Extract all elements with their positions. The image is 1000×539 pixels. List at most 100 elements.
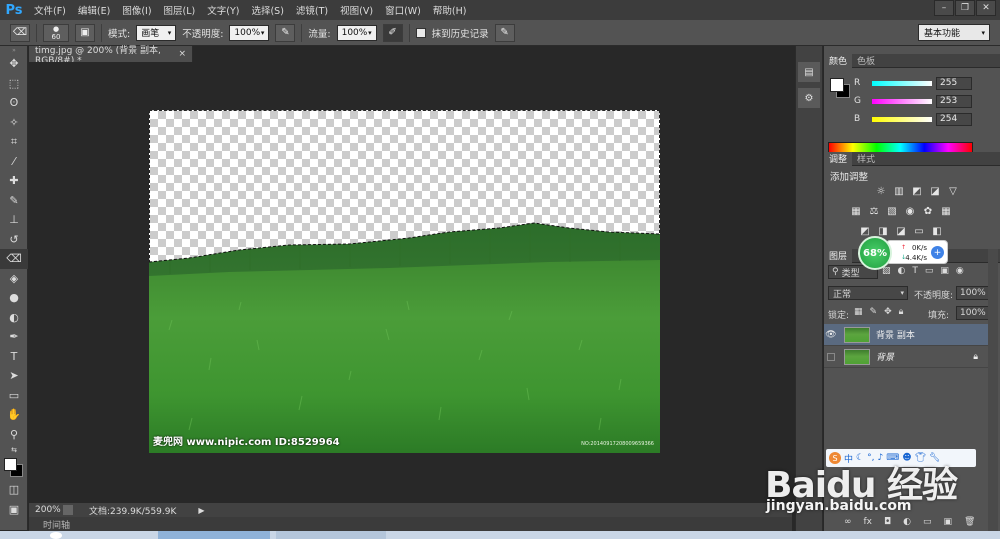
history-brush-tool-icon[interactable]: ↺	[0, 230, 28, 250]
exposure-icon[interactable]: ◪	[928, 185, 942, 197]
close-tab-icon[interactable]: ×	[178, 49, 186, 59]
path-selection-tool-icon[interactable]: ➤	[0, 366, 28, 386]
filter-adjust-icon[interactable]: ◐	[898, 266, 906, 276]
status-share-icon[interactable]	[63, 505, 73, 515]
levels-icon[interactable]: ▥	[892, 185, 906, 197]
menu-select[interactable]: 选择(S)	[245, 3, 289, 17]
close-icon[interactable]: ✕	[976, 0, 996, 16]
collapse-icon[interactable]: »	[0, 46, 28, 54]
blue-value[interactable]: 254	[936, 112, 972, 126]
lock-pixels-icon[interactable]: ✎	[870, 307, 878, 317]
filter-type-icon[interactable]: T	[912, 266, 918, 276]
network-speed-widget[interactable]: ↑ 0K/s ↓ 4.4K/s + 68%	[858, 236, 952, 270]
curves-icon[interactable]: ◩	[910, 185, 924, 197]
magic-wand-tool-icon[interactable]: ✧	[0, 113, 28, 133]
color-swatches[interactable]	[0, 456, 28, 480]
brush-tool-icon[interactable]: ✎	[0, 191, 28, 211]
tab-color[interactable]: 颜色	[824, 53, 853, 68]
eraser-tool-icon[interactable]: ⌫	[0, 249, 28, 269]
minimize-icon[interactable]: –	[934, 0, 954, 16]
blend-mode-select[interactable]: 正常 ▾	[828, 286, 908, 300]
layer-name[interactable]: 背景	[876, 350, 894, 363]
menu-window[interactable]: 窗口(W)	[379, 3, 427, 17]
layer-name[interactable]: 背景 副本	[876, 328, 915, 341]
brush-panel-icon[interactable]: ▣	[75, 23, 95, 42]
hue-saturation-icon[interactable]: ▦	[849, 205, 863, 217]
blur-tool-icon[interactable]: ●	[0, 288, 28, 308]
zoom-tool-icon[interactable]: ⚲	[0, 425, 28, 445]
brush-size-picker[interactable]: ● 60	[43, 23, 69, 42]
lock-transparent-icon[interactable]: ▦	[854, 307, 863, 317]
red-track[interactable]	[872, 80, 932, 86]
screen-mode-icon[interactable]: ▣	[0, 500, 28, 520]
green-slider[interactable]: G 253	[854, 94, 972, 108]
photo-filter-icon[interactable]: ◉	[903, 205, 917, 217]
green-value[interactable]: 253	[936, 94, 972, 108]
tab-adjustments[interactable]: 调整	[824, 151, 853, 166]
restore-icon[interactable]: ❐	[955, 0, 975, 16]
type-tool-icon[interactable]: T	[0, 347, 28, 367]
menu-filter[interactable]: 滤镜(T)	[290, 3, 334, 17]
blue-slider[interactable]: B 254	[854, 112, 972, 126]
paint-bucket-tool-icon[interactable]: ◈	[0, 269, 28, 289]
clone-stamp-tool-icon[interactable]: ⊥	[0, 210, 28, 230]
black-white-icon[interactable]: ▧	[885, 205, 899, 217]
eyedropper-tool-icon[interactable]: ⁄	[0, 152, 28, 172]
eraser-tool-preset-icon[interactable]: ⌫	[10, 23, 30, 42]
menu-layer[interactable]: 图层(L)	[158, 3, 202, 17]
tab-styles[interactable]: 样式	[852, 152, 880, 166]
airbrush-icon[interactable]: ✐	[382, 23, 403, 42]
eye-icon[interactable]: 👁︎	[824, 330, 838, 340]
menu-type[interactable]: 文字(Y)	[201, 3, 245, 17]
red-slider[interactable]: R 255	[854, 76, 972, 90]
pressure-opacity-icon[interactable]: ✎	[275, 23, 296, 42]
menu-view[interactable]: 视图(V)	[334, 3, 379, 17]
filter-smart-icon[interactable]: ▣	[940, 266, 949, 276]
erase-to-history-checkbox[interactable]	[415, 27, 426, 38]
lock-all-icon[interactable]: 🔒︎	[899, 307, 904, 317]
flow-select[interactable]: 100% ▾	[336, 24, 377, 41]
move-tool-icon[interactable]: ✥	[0, 54, 28, 74]
taskbar-app-folder[interactable]	[276, 531, 386, 539]
document-tab[interactable]: timg.jpg @ 200% (背景 副本, RGB/8#) * ×	[29, 46, 193, 66]
lock-position-icon[interactable]: ✥	[884, 307, 892, 317]
layer-row[interactable]: 背景 🔒︎	[824, 346, 988, 368]
menu-image[interactable]: 图像(I)	[116, 3, 157, 17]
mode-select[interactable]: 画笔 ▾	[136, 24, 177, 41]
filter-shape-icon[interactable]: ▭	[925, 266, 934, 276]
layer-row[interactable]: 👁︎ 背景 副本	[824, 324, 988, 346]
healing-brush-tool-icon[interactable]: ✚	[0, 171, 28, 191]
zoom-level[interactable]: 200%	[29, 505, 63, 515]
opacity-select[interactable]: 100% ▾	[229, 24, 270, 41]
menu-edit[interactable]: 编辑(E)	[72, 3, 116, 17]
rectangle-tool-icon[interactable]: ▭	[0, 386, 28, 406]
visibility-toggle[interactable]	[824, 352, 838, 361]
boost-plus-icon[interactable]: +	[931, 246, 944, 259]
vibrance-icon[interactable]: ▽	[946, 185, 960, 197]
pressure-size-icon[interactable]: ✎	[494, 23, 515, 42]
marquee-tool-icon[interactable]: ⬚	[0, 74, 28, 94]
dodge-tool-icon[interactable]: ◐	[0, 308, 28, 328]
hand-tool-icon[interactable]: ✋	[0, 405, 28, 425]
menu-help[interactable]: 帮助(H)	[427, 3, 473, 17]
channel-mixer-icon[interactable]: ✿	[921, 205, 935, 217]
red-value[interactable]: 255	[936, 76, 972, 90]
timeline-label[interactable]: 时间轴	[43, 518, 70, 531]
tab-layers[interactable]: 图层	[824, 248, 853, 263]
taskbar-app-photoshop[interactable]	[158, 531, 270, 539]
foreground-color-swatch[interactable]	[4, 458, 17, 471]
brightness-icon[interactable]: ☼	[874, 185, 888, 197]
blue-track[interactable]	[872, 116, 932, 122]
properties-panel-icon[interactable]: ⚙	[798, 88, 820, 108]
menu-file[interactable]: 文件(F)	[28, 3, 72, 17]
green-track[interactable]	[872, 98, 932, 104]
lasso-tool-icon[interactable]: ʘ	[0, 93, 28, 113]
start-button-icon[interactable]	[50, 532, 62, 539]
color-lookup-icon[interactable]: ▦	[939, 205, 953, 217]
color-balance-icon[interactable]: ⚖	[867, 205, 881, 217]
pen-tool-icon[interactable]: ✒	[0, 327, 28, 347]
foreground-color-swatch[interactable]	[830, 78, 844, 92]
document-image[interactable]: 麦兜网 www.nipic.com ID:8529964 NO:20140917…	[149, 110, 660, 453]
crop-tool-icon[interactable]: ⌗	[0, 132, 28, 152]
quick-mask-icon[interactable]: ◫	[0, 480, 28, 500]
